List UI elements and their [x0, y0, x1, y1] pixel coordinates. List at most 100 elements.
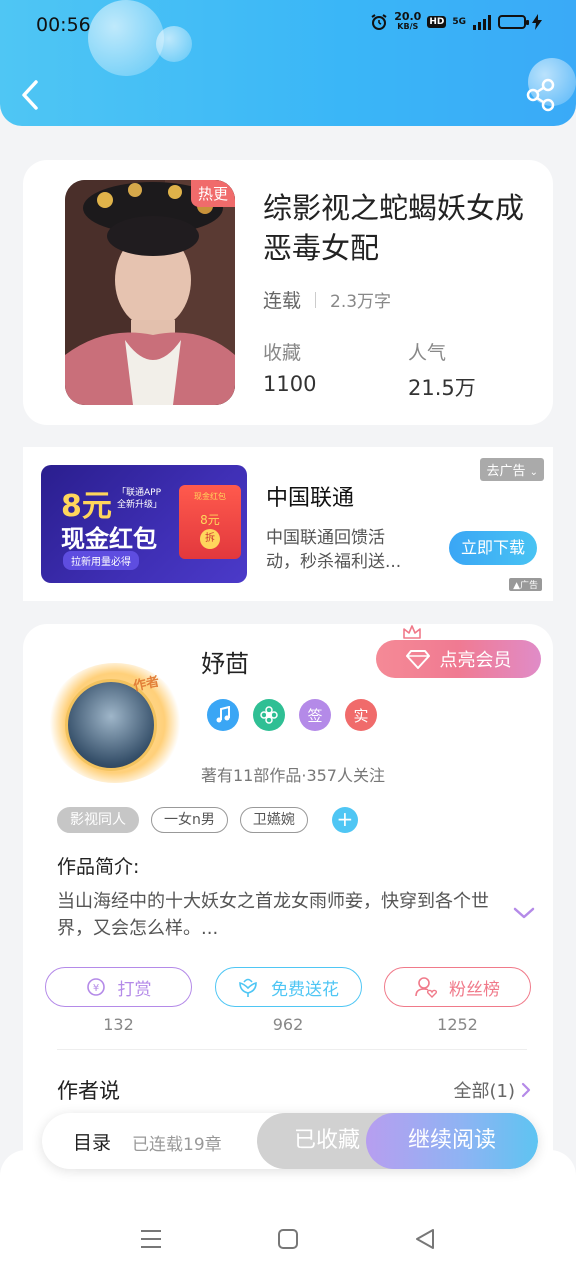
ad-image-title: 现金红包 [61, 525, 157, 553]
intro-label: 作品简介: [57, 856, 140, 878]
svg-text:¥: ¥ [92, 983, 98, 994]
status-icons: 20.0 KB/S HD 5G [370, 10, 542, 32]
ad-download-button[interactable]: 立即下载 [449, 531, 537, 565]
ad-description: 中国联通回馈活动，秒杀福利送... [266, 528, 402, 572]
author-name[interactable]: 妤茴 [201, 644, 249, 679]
remove-ad-button[interactable]: 去广告 ⌄ [480, 458, 544, 481]
red-envelope-icon: 现金红包 8元 拆 [179, 485, 241, 559]
popularity-value: 21.5万 [408, 376, 476, 400]
network-type: 5G [452, 17, 466, 27]
add-tag-button[interactable]: + [331, 807, 358, 833]
favorites-value: 1100 [263, 372, 317, 396]
intro-text: 当山海经中的十大妖女之首龙女雨师妾，快穿到各个世界，又会怎么样。... [57, 891, 489, 939]
tag-item[interactable]: 一女n男 [151, 807, 228, 833]
book-cover[interactable]: 热更 [65, 180, 235, 405]
flower-count: 962 [272, 1015, 304, 1034]
chevron-left-icon [22, 80, 38, 110]
ad-image-subtitle: 「联通APP 全新升级」 [117, 487, 162, 511]
divider [315, 291, 317, 308]
chevron-down-icon[interactable] [513, 906, 535, 920]
fan-user-icon [415, 977, 437, 998]
bottom-panel [0, 1150, 576, 1280]
back-triangle-icon[interactable] [414, 1228, 436, 1250]
tip-count: 132 [103, 1015, 134, 1034]
flower-badge-icon[interactable] [253, 699, 285, 731]
serial-status: 连载 [263, 290, 302, 312]
ad-banner[interactable]: 8元 「联通APP 全新升级」 现金红包 拉新用量必得 现金红包 8元 拆 中国… [23, 447, 553, 601]
yen-coin-icon: ¥ [86, 978, 105, 996]
ad-mark: ▲广告 [509, 578, 542, 591]
author-badges: 签 实 [207, 699, 377, 731]
ad-mark-label: 广告 [519, 581, 538, 591]
author-says-heading: 作者说 [57, 1079, 120, 1103]
view-all-link[interactable]: 全部(1) [454, 1077, 532, 1103]
share-button[interactable] [526, 78, 556, 112]
fans-count: 1252 [437, 1015, 478, 1034]
verified-badge[interactable]: 实 [345, 699, 377, 731]
speed-value: 20.0 [394, 10, 422, 23]
reading-action-bar: 目录 已连载19章 已收藏 继续阅读 [42, 1113, 538, 1169]
fans-action: 粉丝榜 1252 [384, 967, 531, 1034]
tag-item[interactable]: 影视同人 [57, 807, 139, 833]
popularity-label: 人气 [408, 342, 447, 364]
battery-icon [498, 15, 529, 29]
book-info-card: 热更 综影视之蛇蝎妖女成恶毒女配 连载 2.3万字 收藏 1100 人气 21.… [23, 160, 553, 425]
fan-ranking-button[interactable]: 粉丝榜 [384, 967, 531, 1007]
tip-action: ¥ 打赏 132 [45, 967, 192, 1034]
send-flower-button[interactable]: 免费送花 [214, 967, 362, 1007]
ad-logo-icon: ▲ [513, 581, 520, 591]
toc-button[interactable]: 目录 [73, 1128, 111, 1155]
book-status: 连载 2.3万字 [263, 286, 391, 313]
share-icon [526, 78, 555, 112]
decor-bubble [156, 26, 192, 62]
send-flower-label: 免费送花 [271, 979, 339, 1000]
ad-image-footer: 拉新用量必得 [63, 551, 139, 570]
author-avatar-wrap[interactable]: 作者 [39, 659, 187, 784]
cover-illustration [65, 180, 235, 405]
author-meta: 著有11部作品·357人关注 [201, 766, 385, 785]
menu-icon[interactable] [140, 1228, 162, 1250]
divider [57, 1049, 527, 1050]
home-square-icon[interactable] [277, 1228, 299, 1250]
speed-unit: KB/S [397, 22, 419, 31]
signed-badge[interactable]: 签 [299, 699, 331, 731]
flower-action: 免费送花 962 [214, 967, 362, 1034]
status-time: 00:56 [36, 14, 91, 36]
diamond-icon [405, 650, 430, 669]
charging-icon [532, 14, 542, 30]
music-note-icon[interactable] [207, 699, 239, 731]
vip-button[interactable]: 点亮会员 [376, 640, 541, 678]
continue-reading-button[interactable]: 继续阅读 [366, 1113, 538, 1169]
network-speed: 20.0 KB/S [394, 10, 422, 32]
hd-icon: HD [427, 16, 447, 28]
chevron-down-icon: ⌄ [529, 467, 538, 478]
tip-button[interactable]: ¥ 打赏 [45, 967, 192, 1007]
decor-bubble [88, 0, 164, 76]
vip-label: 点亮会员 [439, 650, 512, 671]
tag-list: 影视同人 一女n男 卫嬿婉 + [57, 807, 358, 833]
chapter-status[interactable]: 已连载19章 [132, 1130, 222, 1155]
ad-title: 中国联通 [266, 486, 355, 511]
back-button[interactable] [18, 76, 48, 114]
music-note-icon [216, 706, 230, 723]
view-all-label: 全部(1) [453, 1081, 516, 1102]
ad-image[interactable]: 8元 「联通APP 全新升级」 现金红包 拉新用量必得 现金红包 8元 拆 [41, 465, 247, 583]
word-count: 2.3万字 [330, 292, 392, 312]
tag-item[interactable]: 卫嬿婉 [239, 807, 308, 833]
flower-icon [260, 706, 278, 724]
action-row: ¥ 打赏 132 免费送花 962 粉丝榜 1252 [45, 967, 531, 1034]
fan-ranking-label: 粉丝榜 [449, 979, 500, 1000]
chevron-right-icon [521, 1082, 531, 1098]
envelope-header: 现金红包 [194, 492, 226, 501]
signal-icon [473, 15, 491, 30]
hot-update-badge: 热更 [190, 180, 235, 207]
envelope-coin: 拆 [200, 529, 220, 549]
ad-image-sub1: 「联通APP [117, 488, 162, 498]
favorites-label: 收藏 [263, 342, 302, 364]
tip-label: 打赏 [117, 979, 152, 1000]
flower-icon [239, 978, 257, 997]
header: 00:56 20.0 KB/S HD 5G [0, 0, 576, 126]
alarm-icon [371, 14, 387, 30]
envelope-amount: 8元 [200, 513, 220, 527]
crown-icon [403, 625, 421, 639]
